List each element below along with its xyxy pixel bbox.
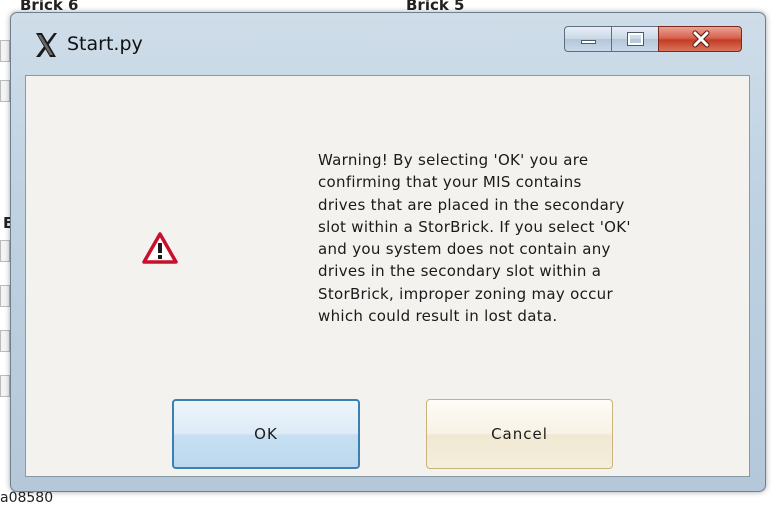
- background-edge-box: [0, 240, 10, 262]
- background-edge-box: [0, 375, 10, 397]
- cancel-button[interactable]: Cancel: [426, 399, 613, 469]
- maximize-icon: [627, 32, 644, 46]
- background-edge-box: [0, 330, 10, 352]
- ok-button[interactable]: OK: [172, 399, 360, 469]
- close-icon: [692, 29, 710, 53]
- background-footer-code: a08580: [0, 490, 54, 506]
- maximize-button[interactable]: [611, 26, 659, 52]
- title-bar[interactable]: Start.py: [11, 13, 765, 75]
- minimize-icon: [581, 40, 596, 44]
- close-button[interactable]: [658, 26, 742, 52]
- background-edge-box: [0, 80, 10, 102]
- dialog-body: Warning! By selecting 'OK' you are confi…: [25, 75, 750, 477]
- warning-message: Warning! By selecting 'OK' you are confi…: [318, 151, 631, 326]
- dialog-window: Start.py Warning! By selecting 'OK' you …: [10, 12, 766, 492]
- background-edge-box: [0, 285, 10, 307]
- warning-icon: [142, 232, 178, 264]
- window-title: Start.py: [67, 33, 143, 55]
- x-logo-icon: [33, 31, 59, 59]
- background-edge-box: [0, 40, 10, 62]
- minimize-button[interactable]: [564, 26, 612, 52]
